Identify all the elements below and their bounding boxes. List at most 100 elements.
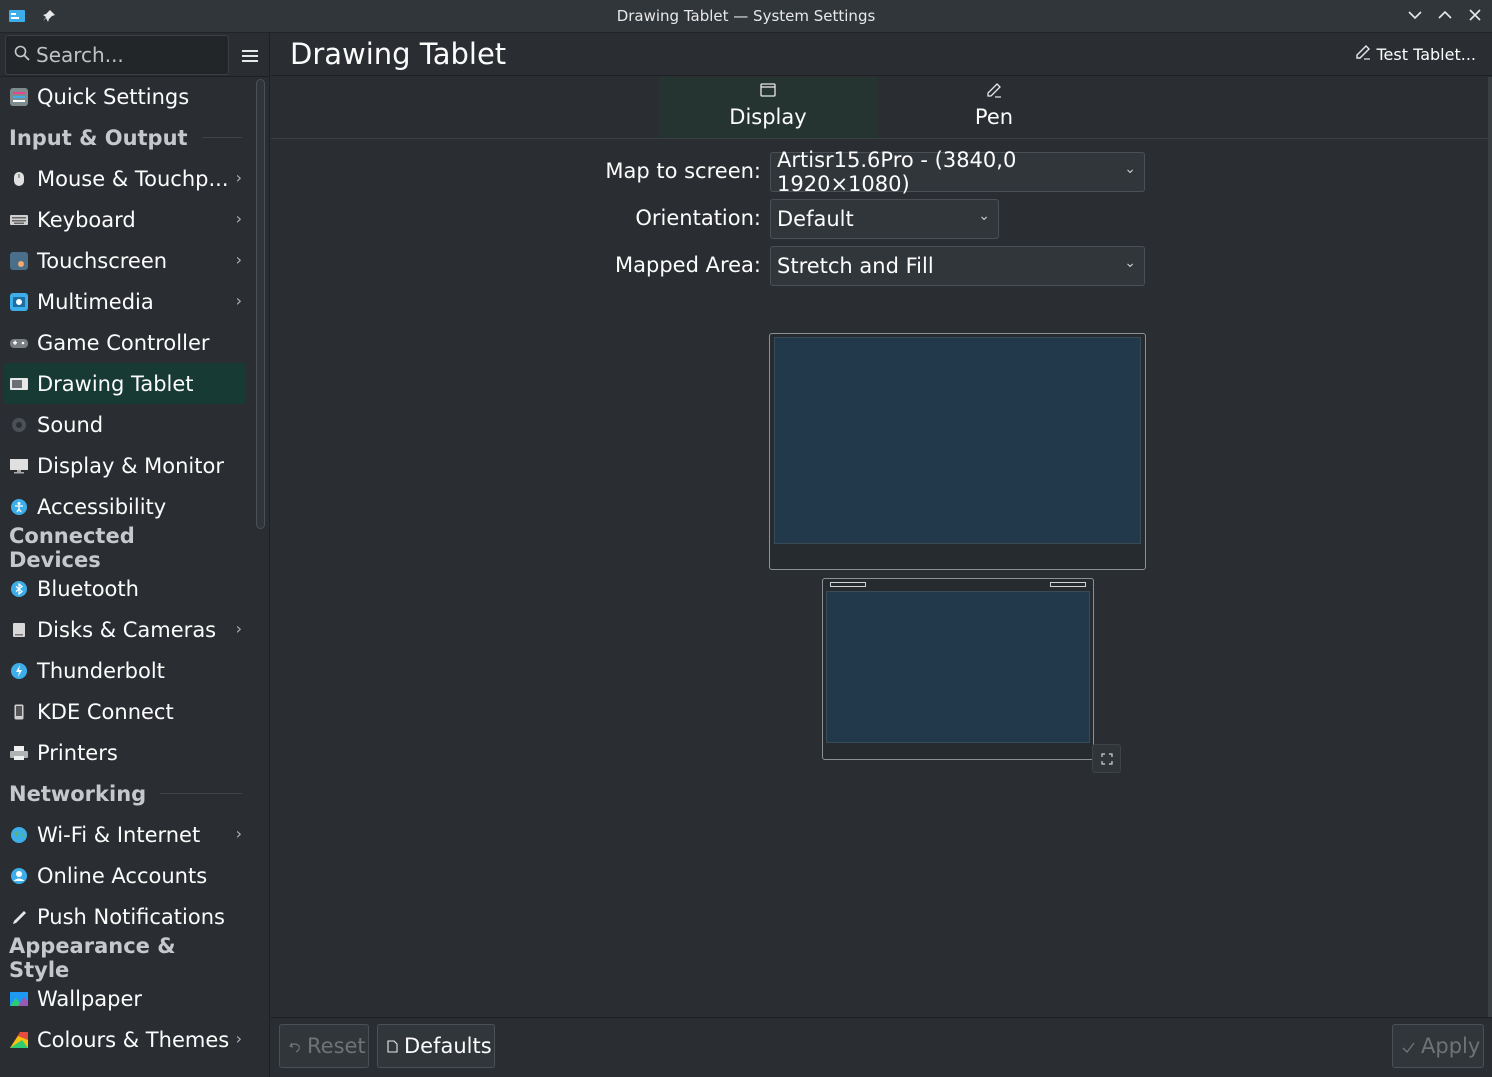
phone-icon	[10, 703, 28, 721]
globe-icon	[10, 826, 28, 844]
sidebar-item-keyboard[interactable]: Keyboard ›	[0, 199, 250, 240]
mouse-icon	[10, 170, 28, 188]
thunderbolt-icon	[10, 662, 28, 680]
tablet-button-left	[830, 582, 866, 587]
accounts-icon	[10, 867, 28, 885]
chevron-right-icon: ›	[235, 1029, 242, 1048]
sidebar-item-label: Accessibility	[37, 494, 167, 519]
apply-button[interactable]: Apply	[1392, 1024, 1484, 1068]
palette-icon	[10, 1031, 28, 1049]
close-icon[interactable]	[1466, 5, 1484, 25]
sidebar-item-label: KDE Connect	[37, 699, 174, 724]
tab-display-label: Display	[729, 105, 807, 129]
sidebar-item-accessibility[interactable]: Accessibility	[0, 486, 250, 527]
sidebar-item-label: Game Controller	[37, 330, 210, 355]
test-tablet-button[interactable]: Test Tablet...	[1355, 44, 1477, 64]
sidebar-item-mouse-touchpad[interactable]: Mouse & Touchp... ›	[0, 158, 250, 199]
search-box[interactable]	[5, 35, 229, 75]
sidebar-item-label: Wi-Fi & Internet	[37, 822, 201, 847]
search-input[interactable]	[36, 43, 216, 67]
chevron-right-icon: ›	[235, 291, 242, 310]
push-icon	[10, 908, 28, 926]
chevron-right-icon: ›	[235, 619, 242, 638]
sidebar-item-drawing-tablet[interactable]: Drawing Tablet	[4, 363, 246, 404]
defaults-button[interactable]: Defaults	[377, 1024, 495, 1068]
orientation-label: Orientation:	[635, 206, 761, 230]
sidebar-item-printers[interactable]: Printers	[0, 732, 250, 773]
pen-icon	[1355, 44, 1371, 64]
sidebar-item-thunderbolt[interactable]: Thunderbolt	[0, 650, 250, 691]
section-heading-networking: Networking	[0, 773, 250, 814]
document-icon	[387, 1034, 398, 1058]
checkmark-icon	[1402, 1034, 1415, 1058]
sidebar-item-push-notifications[interactable]: Push Notifications	[0, 896, 250, 937]
sidebar-scrollbar[interactable]	[256, 79, 265, 529]
sidebar-item-bluetooth[interactable]: Bluetooth	[0, 568, 250, 609]
chevron-down-icon: ⌄	[978, 208, 990, 224]
bluetooth-icon	[10, 580, 28, 598]
map-to-screen-combo[interactable]: Artisr15.6Pro - (3840,0 1920×1080) ⌄	[770, 148, 1145, 196]
sidebar-item-label: Multimedia	[37, 289, 154, 314]
sidebar-item-disks-cameras[interactable]: Disks & Cameras ›	[0, 609, 250, 650]
page-title: Drawing Tablet	[290, 37, 507, 71]
tablet-icon	[10, 375, 28, 393]
sidebar-item-display-monitor[interactable]: Display & Monitor	[0, 445, 250, 486]
main-content: Display Pen Map to screen: Artisr15.6Pro…	[271, 77, 1492, 1017]
multimedia-icon	[10, 292, 28, 311]
tab-pen[interactable]: Pen	[885, 77, 1103, 138]
reset-button[interactable]: Reset	[279, 1024, 369, 1068]
sidebar-item-label: Touchscreen	[37, 248, 168, 273]
sidebar-item-wallpaper[interactable]: Wallpaper	[0, 978, 250, 1019]
sidebar-item-label: Wallpaper	[37, 986, 143, 1011]
sidebar-item-label: Keyboard	[37, 207, 136, 232]
quick-settings-icon	[10, 87, 28, 106]
sidebar-item-game-controller[interactable]: Game Controller	[0, 322, 250, 363]
sidebar-item-sound[interactable]: Sound	[0, 404, 250, 445]
sidebar-item-touchscreen[interactable]: Touchscreen ›	[0, 240, 250, 281]
sidebar-item-label: Quick Settings	[37, 84, 190, 109]
mapped-area-combo[interactable]: Stretch and Fill ⌄	[770, 246, 1145, 286]
window-title: Drawing Tablet — System Settings	[616, 7, 876, 25]
resize-handle-icon[interactable]	[1092, 744, 1121, 773]
printer-icon	[10, 744, 28, 762]
tab-bar: Display Pen	[271, 77, 1488, 139]
screen-mapped-area	[774, 337, 1141, 544]
footer-bar: Reset Defaults Apply	[271, 1017, 1492, 1077]
sidebar-item-label: Printers	[37, 740, 118, 765]
sidebar-item-wifi-internet[interactable]: Wi-Fi & Internet ›	[0, 814, 250, 855]
chevron-down-icon: ⌄	[1124, 161, 1136, 177]
maximize-icon[interactable]	[1436, 5, 1454, 25]
test-tablet-label: Test Tablet...	[1376, 44, 1477, 64]
sidebar-item-label: Disks & Cameras	[37, 617, 217, 642]
sidebar-item-quick-settings[interactable]: Quick Settings	[0, 76, 250, 117]
screen-preview	[769, 333, 1146, 570]
tab-display[interactable]: Display	[659, 77, 877, 138]
window-titlebar: Drawing Tablet — System Settings	[0, 0, 1492, 33]
map-to-screen-value: Artisr15.6Pro - (3840,0 1920×1080)	[777, 148, 1017, 196]
keyboard-icon	[10, 211, 28, 229]
sidebar-item-label: Display & Monitor	[37, 453, 224, 478]
page-header: Drawing Tablet Test Tablet...	[271, 33, 1492, 76]
monitor-icon	[10, 457, 28, 475]
sidebar-item-label: Thunderbolt	[37, 658, 165, 683]
hamburger-menu-icon[interactable]	[234, 43, 266, 69]
chevron-right-icon: ›	[235, 250, 242, 269]
sidebar: Quick Settings Input & Output Mouse & To…	[0, 33, 270, 1077]
sidebar-item-multimedia[interactable]: Multimedia ›	[0, 281, 250, 322]
tablet-button-right	[1050, 582, 1086, 587]
tablet-active-area[interactable]	[826, 591, 1090, 743]
mapped-area-value: Stretch and Fill	[777, 254, 934, 278]
sidebar-item-kde-connect[interactable]: KDE Connect	[0, 691, 250, 732]
pen-icon	[885, 77, 1103, 105]
sidebar-item-label: Mouse & Touchp...	[37, 166, 229, 191]
sidebar-item-online-accounts[interactable]: Online Accounts	[0, 855, 250, 896]
minimize-icon[interactable]	[1406, 5, 1424, 25]
search-icon	[14, 45, 30, 65]
tab-pen-label: Pen	[974, 105, 1014, 129]
touchscreen-icon	[10, 251, 28, 270]
sidebar-item-label: Sound	[37, 412, 104, 437]
orientation-combo[interactable]: Default ⌄	[770, 199, 999, 239]
section-heading-input-output: Input & Output	[0, 117, 250, 158]
sidebar-item-label: Bluetooth	[37, 576, 139, 601]
sidebar-item-colours-themes[interactable]: Colours & Themes ›	[0, 1019, 250, 1060]
